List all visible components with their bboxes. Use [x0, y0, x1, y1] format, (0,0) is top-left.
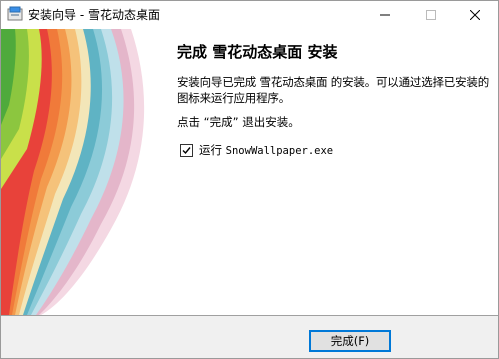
rainbow-swirl-graphic	[1, 29, 165, 315]
minimize-button[interactable]	[362, 1, 408, 29]
run-app-label[interactable]: 运行 SnowWallpaper.exe	[199, 142, 333, 158]
installer-app-icon	[7, 6, 23, 21]
close-icon	[470, 10, 480, 20]
checkmark-icon	[182, 146, 191, 154]
maximize-button[interactable]	[408, 1, 454, 29]
finish-button[interactable]: 完成(F)	[309, 330, 391, 352]
close-button[interactable]	[452, 1, 498, 29]
page-title: 完成 雪花动态桌面 安装	[177, 43, 338, 61]
maximize-icon	[426, 10, 436, 20]
installer-window: 安装向导 - 雪花动态桌面 完成 雪花动态桌面 安装 安装向导已完成 雪花动态桌…	[0, 0, 499, 359]
wizard-banner-image	[1, 29, 165, 315]
minimize-icon	[380, 14, 390, 16]
run-app-exe: SnowWallpaper.exe	[225, 145, 334, 157]
completion-description: 安装向导已完成 雪花动态桌面 的安装。可以通过选择已安装的图标来运行应用程序。	[177, 75, 490, 105]
footer-divider	[1, 315, 498, 316]
run-app-checkbox[interactable]	[180, 143, 193, 157]
button-bar: 完成(F)	[1, 315, 498, 358]
run-app-prefix: 运行	[199, 143, 226, 157]
finish-hint: 点击 “完成” 退出安装。	[177, 115, 300, 129]
window-title: 安装向导 - 雪花动态桌面	[28, 8, 160, 22]
run-app-option[interactable]: 运行 SnowWallpaper.exe	[180, 142, 333, 158]
title-bar[interactable]: 安装向导 - 雪花动态桌面	[1, 1, 498, 29]
content-panel: 完成 雪花动态桌面 安装 安装向导已完成 雪花动态桌面 的安装。可以通过选择已安…	[165, 29, 498, 315]
